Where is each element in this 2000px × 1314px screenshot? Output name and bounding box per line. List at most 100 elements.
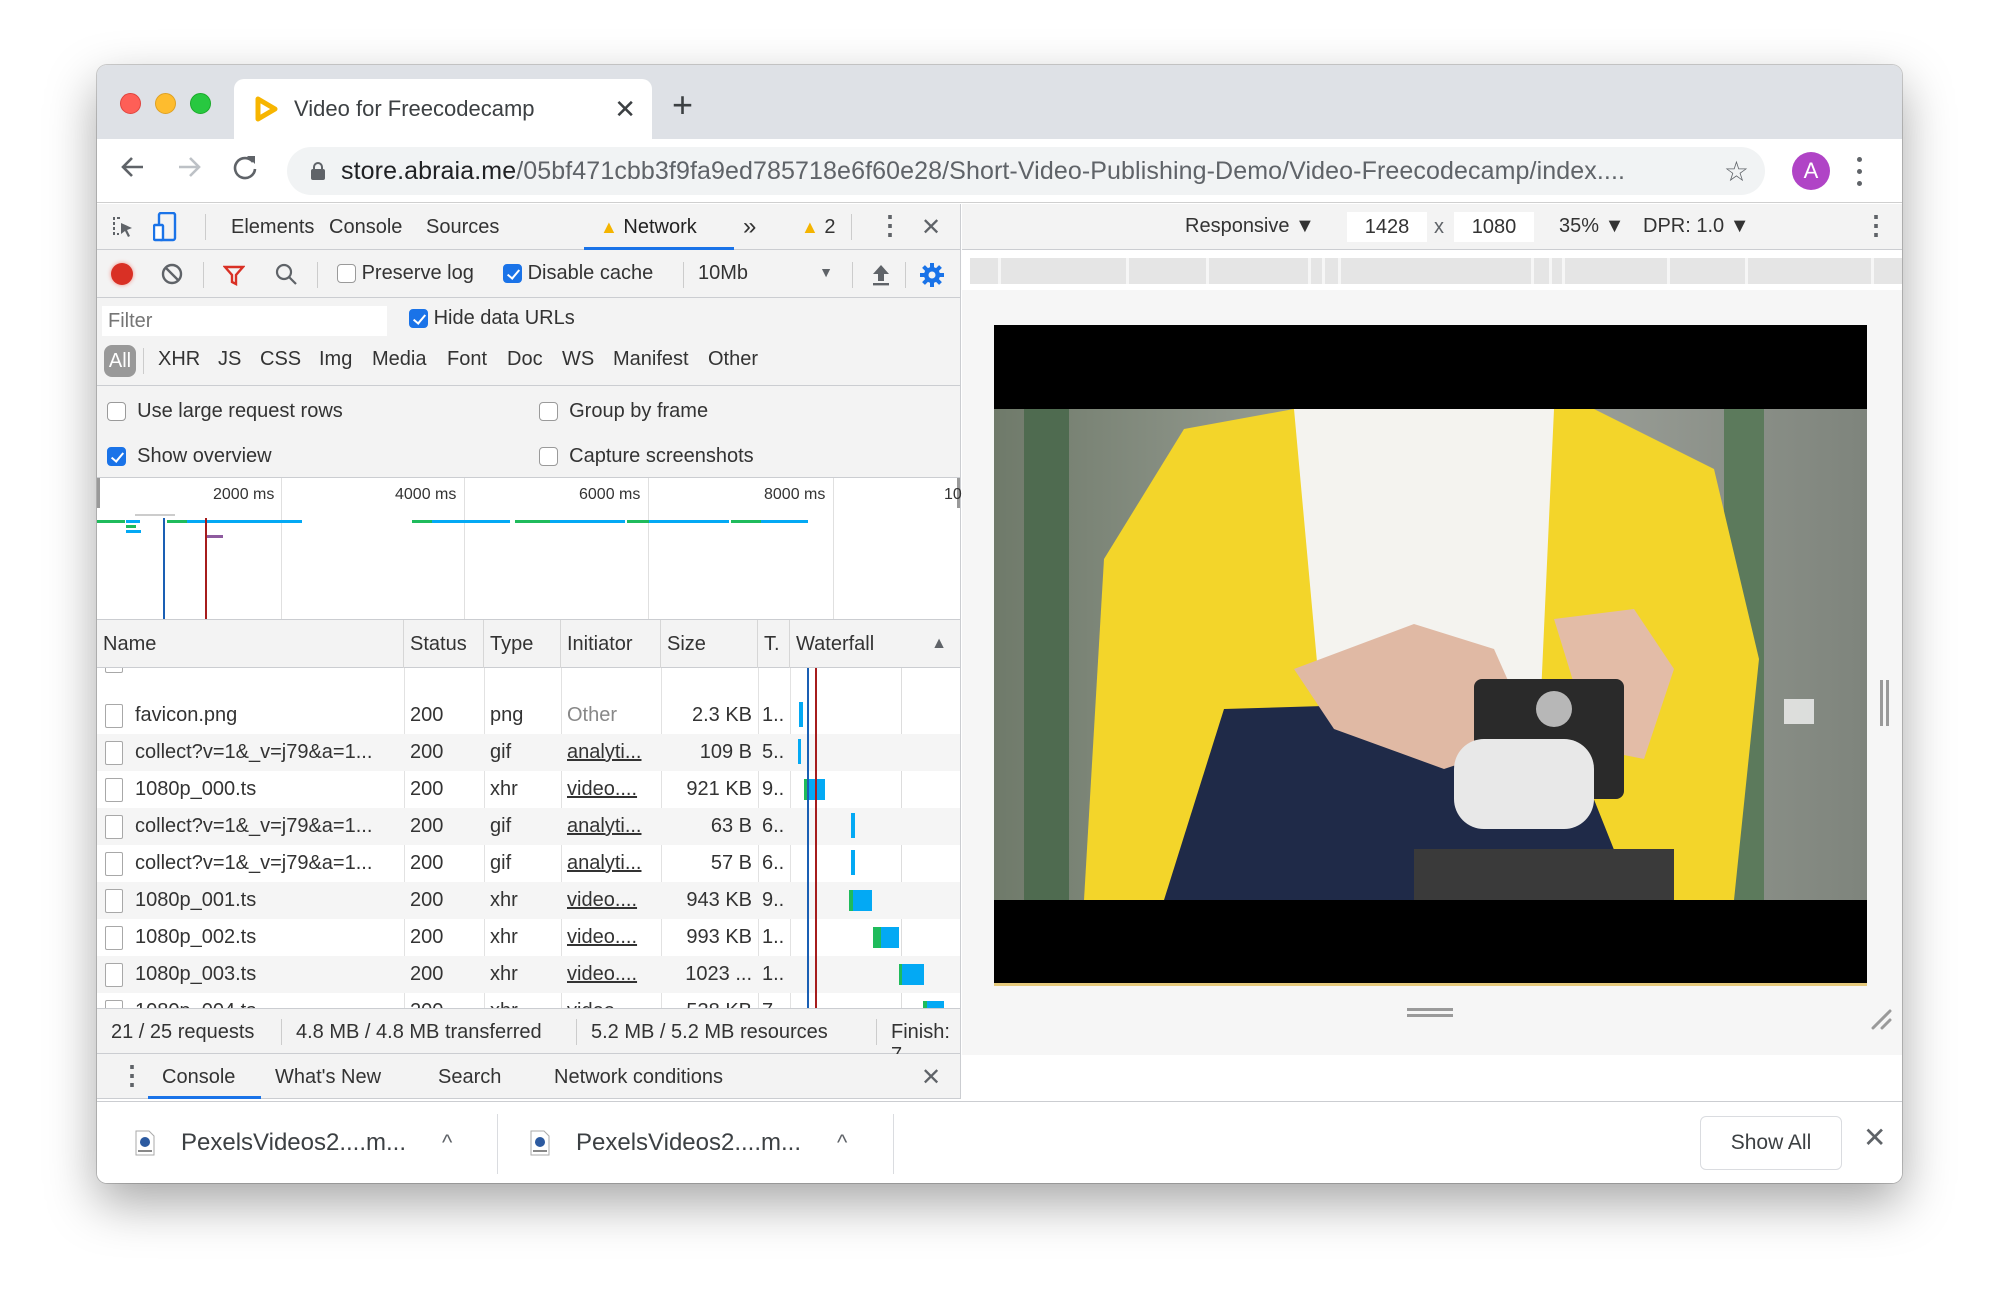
chevron-up-icon[interactable]: ^: [442, 1130, 452, 1156]
reload-button[interactable]: [231, 153, 259, 187]
checkbox[interactable]: [539, 402, 558, 422]
checkbox[interactable]: [539, 447, 558, 467]
import-har-icon[interactable]: [870, 263, 892, 287]
download-item[interactable]: PexelsVideos2....m... ^: [135, 1102, 452, 1183]
column-type[interactable]: Type: [484, 620, 561, 668]
type-filter-doc[interactable]: Doc: [507, 348, 543, 371]
column-waterfall[interactable]: Waterfall ▲: [790, 620, 961, 668]
type-filter-js[interactable]: JS: [218, 348, 241, 371]
column-name[interactable]: Name: [97, 620, 404, 668]
bookmark-star-icon[interactable]: ☆: [1724, 155, 1749, 188]
device-mode-select[interactable]: Responsive ▼: [1185, 215, 1315, 238]
checkbox[interactable]: [409, 309, 428, 329]
browser-menu-button[interactable]: [1854, 153, 1864, 189]
filter-funnel-icon[interactable]: [223, 264, 245, 286]
group-by-frame-checkbox[interactable]: Group by frame: [539, 400, 708, 423]
show-all-downloads-button[interactable]: Show All: [1700, 1116, 1842, 1170]
column-status[interactable]: Status: [404, 620, 484, 668]
network-overview[interactable]: 2000 ms 4000 ms 6000 ms 8000 ms 10: [97, 478, 962, 620]
resize-height-handle[interactable]: [1407, 1008, 1453, 1017]
column-initiator[interactable]: Initiator: [561, 620, 661, 668]
tab-elements[interactable]: Elements: [231, 216, 314, 239]
tab-network[interactable]: ▲ Network: [600, 216, 697, 239]
download-item[interactable]: PexelsVideos2....m... ^: [530, 1102, 847, 1183]
resize-corner-icon[interactable]: [1870, 1008, 1892, 1030]
gear-icon[interactable]: [919, 262, 945, 288]
column-size[interactable]: Size: [661, 620, 758, 668]
large-rows-checkbox[interactable]: Use large request rows: [107, 400, 343, 423]
table-row[interactable]: collect?v=1&_v=j79&a=1... 200 gif analyti..…: [97, 808, 960, 845]
inspect-element-icon[interactable]: [111, 215, 135, 239]
overview-left-handle[interactable]: [97, 478, 100, 508]
initiator-cell[interactable]: video....: [567, 919, 657, 956]
browser-tab[interactable]: Video for Freecodecamp ✕: [234, 79, 652, 139]
video-player[interactable]: [994, 325, 1867, 986]
type-filter-ws[interactable]: WS: [562, 348, 594, 371]
table-row[interactable]: favicon.png 200 png Other 2.3 KB 1..: [97, 697, 960, 734]
preserve-log-checkbox[interactable]: Preserve log: [337, 262, 474, 285]
type-filter-img[interactable]: Img: [319, 348, 352, 371]
show-overview-checkbox[interactable]: Show overview: [107, 445, 272, 468]
close-window-button[interactable]: [120, 93, 141, 114]
media-query-ruler[interactable]: [970, 258, 1902, 284]
type-filter-all[interactable]: All: [104, 345, 136, 377]
table-row[interactable]: 1080p_002.ts 200 xhr video.... 993 KB 1..: [97, 919, 960, 956]
back-button[interactable]: [119, 153, 147, 187]
initiator-cell[interactable]: video....: [567, 771, 657, 808]
viewport-height-input[interactable]: 1080: [1454, 212, 1534, 242]
drawer-tab-console[interactable]: Console: [162, 1066, 235, 1089]
drawer-tab-whats-new[interactable]: What's New: [275, 1066, 381, 1089]
drawer-menu-icon[interactable]: ⋮: [119, 1060, 145, 1091]
table-row-partial[interactable]: [97, 668, 960, 679]
disable-cache-checkbox[interactable]: Disable cache: [503, 262, 653, 285]
close-devtools-icon[interactable]: ✕: [921, 213, 941, 242]
address-bar[interactable]: store.abraia.me/05bf471cbb3f9fa9ed785718…: [287, 147, 1765, 195]
table-row[interactable]: 1080p_001.ts 200 xhr video.... 943 KB 9..: [97, 882, 960, 919]
maximize-window-button[interactable]: [190, 93, 211, 114]
zoom-select[interactable]: 35% ▼: [1559, 215, 1624, 238]
search-icon[interactable]: [275, 263, 297, 285]
type-filter-media[interactable]: Media: [372, 348, 426, 371]
type-filter-manifest[interactable]: Manifest: [613, 348, 689, 371]
hide-data-urls-checkbox[interactable]: Hide data URLs: [409, 307, 575, 330]
profile-avatar[interactable]: A: [1792, 152, 1830, 190]
device-toggle-icon[interactable]: [153, 212, 177, 242]
initiator-cell[interactable]: video....: [567, 956, 657, 993]
throttle-select[interactable]: 10Mb ▼: [698, 262, 833, 285]
resize-width-handle[interactable]: [1880, 680, 1889, 726]
record-button[interactable]: [111, 263, 133, 285]
initiator-cell[interactable]: analyti...: [567, 845, 657, 882]
device-menu-icon[interactable]: ⋮: [1863, 210, 1889, 241]
more-tabs-button[interactable]: »: [743, 213, 756, 241]
clear-icon[interactable]: [161, 263, 183, 285]
checkbox[interactable]: [107, 402, 126, 422]
initiator-cell[interactable]: analyti...: [567, 808, 657, 845]
column-time[interactable]: T.: [758, 620, 790, 668]
table-row[interactable]: 1080p_003.ts 200 xhr video.... 1023 ... 1..: [97, 956, 960, 993]
table-row[interactable]: 1080p_004.ts 200 xhr video.... 538 KB 7..: [97, 993, 960, 1008]
chevron-up-icon[interactable]: ^: [837, 1130, 847, 1156]
capture-screenshots-checkbox[interactable]: Capture screenshots: [539, 445, 754, 468]
drawer-tab-network-conditions[interactable]: Network conditions: [554, 1066, 723, 1089]
warnings-counter[interactable]: ▲ 2: [801, 216, 836, 239]
close-shelf-icon[interactable]: ✕: [1863, 1124, 1886, 1152]
tab-console[interactable]: Console: [329, 216, 402, 239]
new-tab-button[interactable]: +: [672, 87, 693, 123]
table-row[interactable]: collect?v=1&_v=j79&a=1... 200 gif analyti..…: [97, 845, 960, 882]
checkbox[interactable]: [503, 264, 522, 284]
close-drawer-icon[interactable]: ✕: [921, 1063, 941, 1092]
devtools-menu-icon[interactable]: ⋮: [877, 210, 903, 241]
checkbox[interactable]: [107, 447, 126, 467]
minimize-window-button[interactable]: [155, 93, 176, 114]
type-filter-css[interactable]: CSS: [260, 348, 301, 371]
dpr-select[interactable]: DPR: 1.0 ▼: [1643, 215, 1750, 238]
initiator-cell[interactable]: video....: [567, 993, 657, 1008]
type-filter-other[interactable]: Other: [708, 348, 758, 371]
type-filter-xhr[interactable]: XHR: [158, 348, 200, 371]
viewport-width-input[interactable]: 1428: [1347, 212, 1427, 242]
table-row[interactable]: collect?v=1&_v=j79&a=1... 200 gif analyti..…: [97, 734, 960, 771]
initiator-cell[interactable]: video....: [567, 882, 657, 919]
checkbox[interactable]: [337, 264, 356, 284]
table-row[interactable]: 1080p_000.ts 200 xhr video.... 921 KB 9..: [97, 771, 960, 808]
type-filter-font[interactable]: Font: [447, 348, 487, 371]
